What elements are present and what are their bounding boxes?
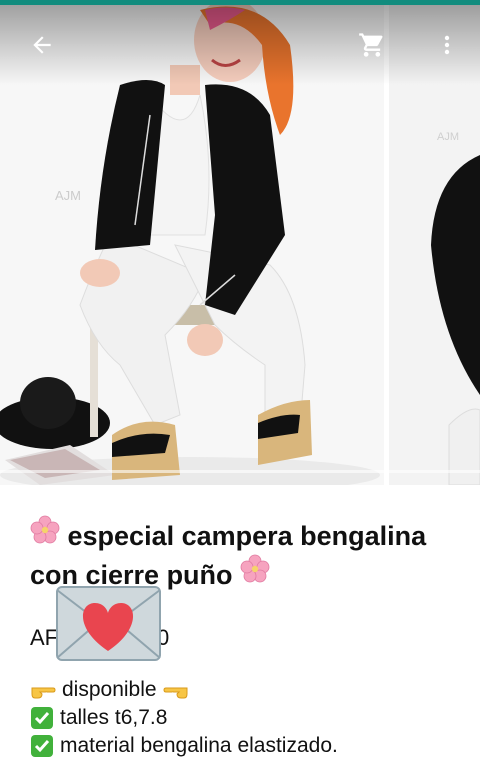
pointing-hand-icon: [30, 680, 56, 700]
check-mark-icon: [30, 706, 54, 730]
detail-material-text: material bengalina elastizado.: [60, 734, 338, 757]
more-options-button[interactable]: [425, 23, 469, 67]
detail-sizes-text: talles t6,7.8: [60, 706, 168, 729]
detail-available: disponible: [30, 676, 460, 704]
cart-icon: [359, 33, 383, 57]
carousel-indicator: [0, 470, 480, 473]
top-toolbar: [0, 5, 480, 85]
price-prefix: AF: [30, 625, 59, 650]
love-letter-icon: [55, 585, 162, 662]
detail-available-text: disponible: [62, 678, 157, 701]
detail-material: material bengalina elastizado.: [30, 732, 460, 760]
watermark-text-next: AJM: [437, 131, 459, 143]
detail-sizes: talles t6,7.8: [30, 704, 460, 732]
arrow-left-icon: [33, 36, 51, 54]
product-title: especial campera bengalina con cierre pu…: [30, 515, 460, 593]
cart-button[interactable]: [350, 23, 394, 67]
check-mark-icon: [30, 734, 54, 758]
watermark-text: AJM: [55, 188, 81, 203]
cherry-blossom-icon: [240, 554, 270, 584]
more-vert-icon: [444, 35, 450, 55]
details-list: disponible talles t6,7.8 material bengal…: [30, 676, 460, 760]
title-line-1: especial campera bengalina: [67, 521, 427, 551]
pointing-hand-left-icon: [163, 680, 189, 700]
cherry-blossom-icon: [30, 515, 60, 545]
back-button[interactable]: [20, 23, 64, 67]
